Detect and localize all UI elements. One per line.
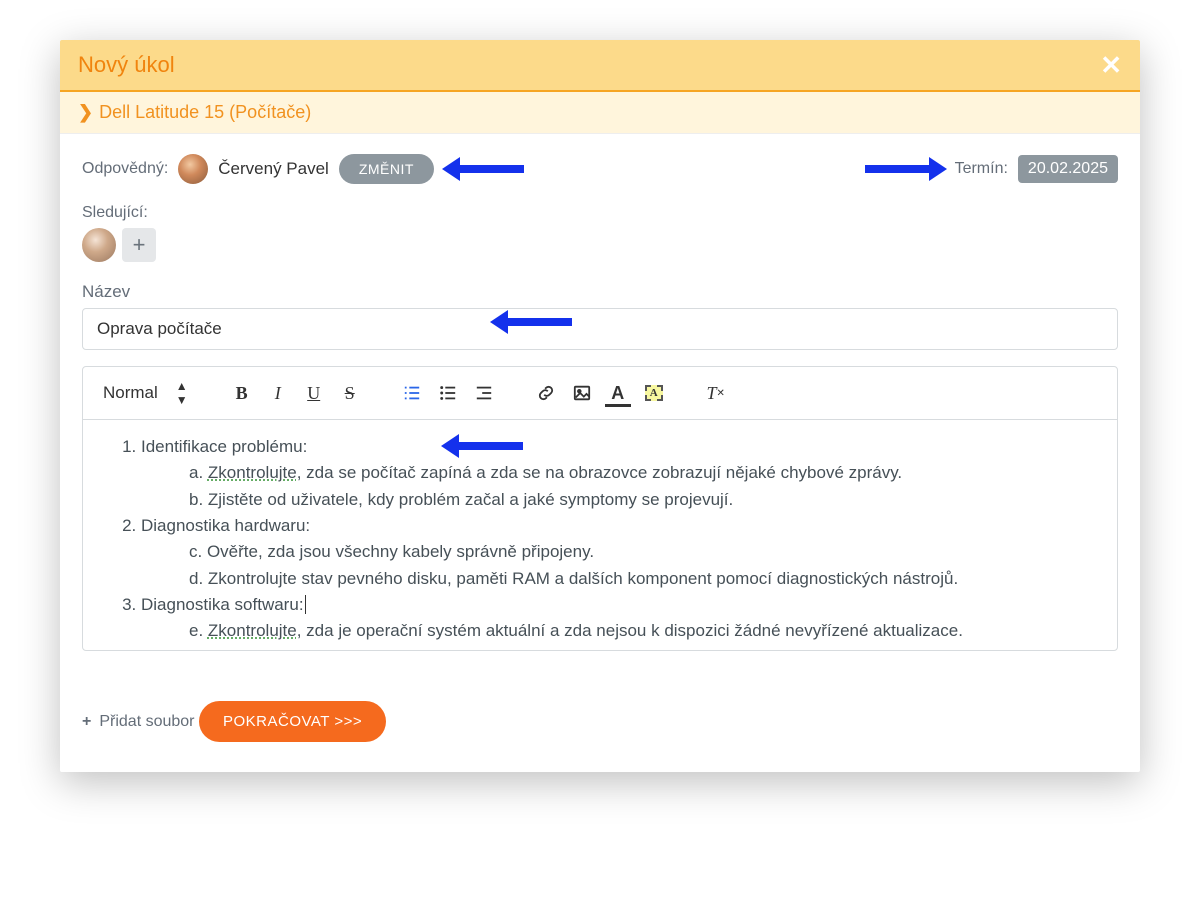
list-item: b. Zjistěte od uživatele, kdy problém za…: [189, 487, 1101, 513]
link-icon[interactable]: [530, 378, 562, 408]
plus-icon: +: [82, 713, 91, 731]
avatar[interactable]: [178, 154, 208, 184]
text-color-icon[interactable]: A: [602, 378, 634, 408]
format-select-label: Normal: [103, 383, 158, 403]
change-button[interactable]: ZMĚNIT: [339, 154, 434, 184]
format-select[interactable]: Normal ▲▼: [95, 375, 196, 411]
breadcrumb[interactable]: ❯ Dell Latitude 15 (Počítače): [60, 92, 1140, 134]
list-item: f. Proveďte antivirovou kontrolu a odstr…: [189, 645, 1101, 650]
responsible-person: Červený Pavel: [218, 159, 329, 179]
ordered-list-icon[interactable]: [396, 378, 428, 408]
editor-content[interactable]: Identifikace problému:a. Zkontrolujte, z…: [83, 420, 1117, 650]
bold-icon[interactable]: B: [226, 378, 258, 408]
highlight-icon[interactable]: A: [638, 378, 670, 408]
deadline-label: Termín:: [955, 160, 1008, 178]
continue-button[interactable]: POKRAČOVAT >>>: [199, 701, 386, 742]
close-icon[interactable]: ✕: [1100, 52, 1122, 78]
breadcrumb-text: Dell Latitude 15 (Počítače): [99, 102, 311, 123]
rich-text-editor: Normal ▲▼ B I U S: [82, 366, 1118, 651]
image-icon[interactable]: [566, 378, 598, 408]
chevron-updown-icon: ▲▼: [176, 379, 188, 407]
list-item: Diagnostika hardwaru:c. Ověřte, zda jsou…: [141, 513, 1101, 592]
modal-title: Nový úkol: [78, 52, 175, 78]
add-follower-button[interactable]: +: [122, 228, 156, 262]
name-input[interactable]: [82, 308, 1118, 350]
followers-section: Sledující: +: [82, 204, 1118, 262]
responsible-label: Odpovědný:: [82, 160, 168, 178]
annotation-arrow-icon: [444, 161, 524, 177]
list-item: a. Zkontrolujte, zda se počítač zapíná a…: [189, 460, 1101, 486]
list-item: Diagnostika softwaru:e. Zkontrolujte, zd…: [141, 592, 1101, 650]
annotation-arrow-icon: [492, 314, 572, 330]
editor-toolbar: Normal ▲▼ B I U S: [83, 367, 1117, 420]
list-item: Identifikace problému:a. Zkontrolujte, z…: [141, 434, 1101, 513]
follower-avatar[interactable]: [82, 228, 116, 262]
strikethrough-icon[interactable]: S: [334, 378, 366, 408]
list-item: d. Zkontrolujte stav pevného disku, pamě…: [189, 566, 1101, 592]
chevron-right-icon: ❯: [78, 102, 93, 123]
underline-icon[interactable]: U: [298, 378, 330, 408]
top-row: Odpovědný: Červený Pavel ZMĚNIT Termín: …: [82, 154, 1118, 184]
list-item: c. Ověřte, zda jsou všechny kabely správ…: [189, 539, 1101, 565]
clear-format-icon[interactable]: T✕: [700, 378, 732, 408]
new-task-modal: Nový úkol ✕ ❯ Dell Latitude 15 (Počítače…: [60, 40, 1140, 772]
annotation-arrow-icon: [443, 438, 523, 454]
add-file-button[interactable]: + Přidat soubor: [82, 713, 195, 731]
unordered-list-icon[interactable]: [432, 378, 464, 408]
followers-label: Sledující:: [82, 204, 148, 221]
modal-header: Nový úkol ✕: [60, 40, 1140, 92]
add-file-label: Přidat soubor: [99, 713, 194, 731]
indent-icon[interactable]: [468, 378, 500, 408]
deadline-badge[interactable]: 20.02.2025: [1018, 155, 1118, 183]
annotation-arrow-icon: [865, 161, 945, 177]
name-label: Název: [82, 282, 1118, 302]
list-item: e. Zkontrolujte, zda je operační systém …: [189, 618, 1101, 644]
italic-icon[interactable]: I: [262, 378, 294, 408]
